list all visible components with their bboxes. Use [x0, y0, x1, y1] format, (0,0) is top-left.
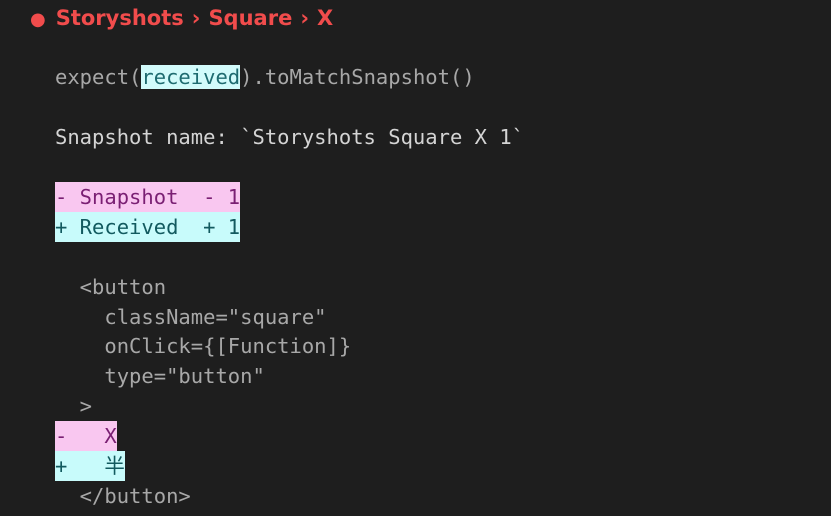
assertion-received: received [141, 65, 241, 89]
diff-attr-type: type="button" [55, 364, 265, 388]
breadcrumb-test: X [316, 6, 334, 30]
diff-added-line: + 半 [55, 451, 125, 481]
assertion-matcher: ).toMatchSnapshot() [240, 65, 475, 89]
diff-close-bracket: > [55, 394, 93, 418]
fail-bullet-icon: ● [30, 9, 46, 30]
breadcrumb-separator: › [191, 6, 201, 30]
diff-attr-onclick: onClick={[Function]} [55, 334, 352, 358]
assertion-expect: expect( [55, 65, 142, 89]
snapshot-name: Snapshot name: `Storyshots Square X 1` [55, 125, 524, 149]
breadcrumb-story: Square [208, 6, 293, 30]
diff-open-tag: <button [55, 275, 167, 299]
test-title: ● Storyshots › Square › X [30, 3, 333, 33]
breadcrumb-suite: Storyshots [55, 6, 184, 30]
legend-snapshot: - Snapshot - 1 [55, 182, 241, 212]
diff-removed-line: - X [55, 421, 117, 451]
diff-close-tag: </button> [55, 484, 191, 508]
breadcrumb-separator: › [300, 6, 309, 30]
diff-attr-classname: className="square" [55, 305, 327, 329]
legend-received: + Received + 1 [55, 212, 241, 242]
assertion-line: expect(received).toMatchSnapshot() [55, 62, 475, 92]
